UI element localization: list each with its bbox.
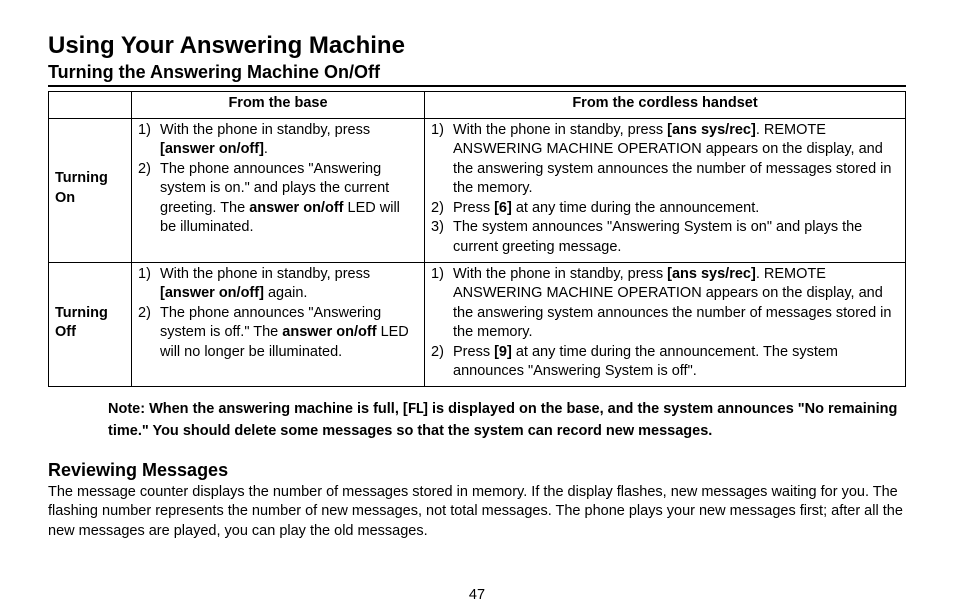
table-row-off: TurningOff 1)With the phone in standby, … — [49, 262, 906, 386]
list-item: 2)Press [9] at any time during the annou… — [453, 343, 899, 382]
cell-off-base: 1)With the phone in standby, press [answ… — [132, 262, 425, 386]
fl-glyph-icon: FL — [408, 402, 423, 418]
document-page: Using Your Answering Machine Turning the… — [0, 0, 954, 609]
cell-on-handset: 1)With the phone in standby, press [ans … — [425, 118, 906, 262]
note-block: Note: When the answering machine is full… — [108, 399, 906, 442]
table-header-row: From the base From the cordless handset — [49, 92, 906, 119]
col-header-handset: From the cordless handset — [425, 92, 906, 119]
list-item: 2)Press [6] at any time during the annou… — [453, 199, 899, 219]
list-item: 1)With the phone in standby, press [ans … — [453, 265, 899, 343]
list-item: 1)With the phone in standby, press [answ… — [160, 121, 418, 160]
list-item: 2)The phone announces "Answering system … — [160, 160, 418, 238]
cell-on-base: 1)With the phone in standby, press [answ… — [132, 118, 425, 262]
row-label-on: TurningOn — [49, 118, 132, 262]
review-heading: Reviewing Messages — [48, 460, 906, 481]
section-subtitle: Turning the Answering Machine On/Off — [48, 62, 906, 87]
review-body: The message counter displays the number … — [48, 483, 906, 542]
list-item: 2)The phone announces "Answering system … — [160, 304, 418, 363]
list-item: 1)With the phone in standby, press [ans … — [453, 121, 899, 199]
col-header-base: From the base — [132, 92, 425, 119]
list-item: 1)With the phone in standby, press [answ… — [160, 265, 418, 304]
row-label-off: TurningOff — [49, 262, 132, 386]
page-number: 47 — [0, 587, 954, 603]
page-title: Using Your Answering Machine — [48, 32, 906, 60]
instructions-table: From the base From the cordless handset … — [48, 91, 906, 387]
list-item: 3)The system announces "Answering System… — [453, 218, 899, 257]
table-row-on: TurningOn 1)With the phone in standby, p… — [49, 118, 906, 262]
cell-off-handset: 1)With the phone in standby, press [ans … — [425, 262, 906, 386]
